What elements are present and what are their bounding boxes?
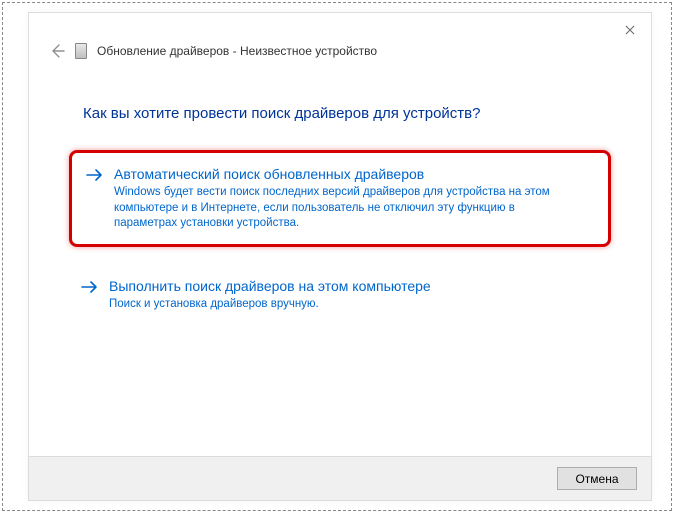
highlighted-option-frame: Автоматический поиск обновленных драйвер… [69, 150, 611, 247]
option-auto-text: Автоматический поиск обновленных драйвер… [114, 165, 594, 232]
option-manual-title: Выполнить поиск драйверов на этом компью… [109, 277, 599, 295]
arrow-right-icon [86, 167, 104, 183]
option-manual-desc: Поиск и установка драйверов вручную. [109, 297, 549, 313]
footer-bar: Отмена [29, 456, 651, 500]
device-icon [75, 43, 87, 59]
arrow-right-icon [81, 279, 99, 295]
option-auto-search[interactable]: Автоматический поиск обновленных драйвер… [74, 155, 606, 242]
option-auto-title: Автоматический поиск обновленных драйвер… [114, 165, 594, 183]
options-area: Автоматический поиск обновленных драйвер… [29, 150, 651, 322]
back-button[interactable] [49, 43, 65, 59]
option-manual-search[interactable]: Выполнить поиск драйверов на этом компью… [69, 267, 611, 323]
driver-update-window: Обновление драйверов - Неизвестное устро… [28, 12, 652, 501]
back-arrow-icon [49, 43, 65, 59]
window-title: Обновление драйверов - Неизвестное устро… [97, 44, 377, 58]
header-row: Обновление драйверов - Неизвестное устро… [29, 13, 651, 59]
option-auto-desc: Windows будет вести поиск последних верс… [114, 185, 554, 232]
cancel-button[interactable]: Отмена [557, 467, 637, 490]
close-icon [625, 25, 635, 35]
main-heading: Как вы хотите провести поиск драйверов д… [29, 59, 651, 150]
close-button[interactable] [619, 19, 641, 41]
option-manual-text: Выполнить поиск драйверов на этом компью… [109, 277, 599, 313]
